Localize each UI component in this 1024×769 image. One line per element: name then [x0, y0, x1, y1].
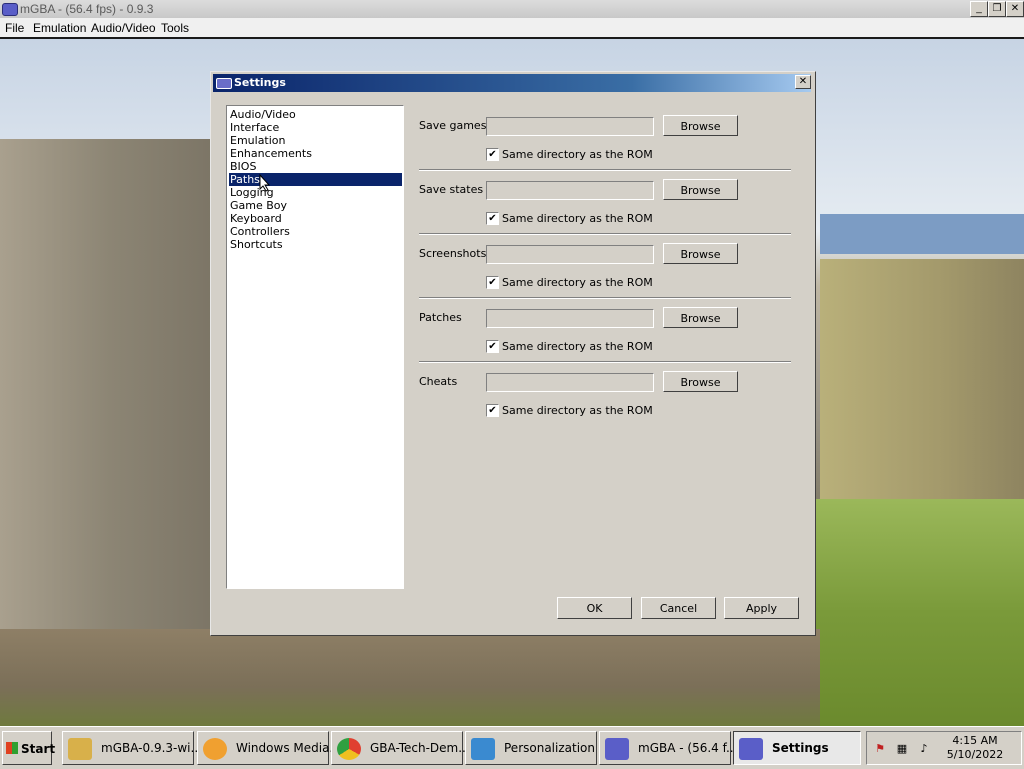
task-mgba[interactable]: mGBA - (56.4 f... — [599, 731, 737, 765]
dialog-titlebar: Settings — [213, 74, 811, 92]
task-folder[interactable]: mGBA-0.9.3-wi... — [62, 731, 202, 765]
separator — [419, 169, 791, 171]
task-label: Settings — [772, 741, 829, 755]
game-wall-right — [820, 259, 1024, 519]
save-states-same-dir-label: Same directory as the ROM — [502, 212, 653, 225]
patches-same-dir-checkbox[interactable]: ✔ — [486, 340, 499, 353]
patches-path-input[interactable] — [486, 309, 654, 328]
task-label: Personalization — [504, 741, 595, 755]
category-interface[interactable]: Interface — [229, 121, 402, 134]
task-label: Windows Media... — [236, 741, 341, 755]
patches-browse-button[interactable]: Browse — [663, 307, 738, 328]
game-sky — [820, 214, 1024, 254]
category-logging[interactable]: Logging — [229, 186, 402, 199]
start-label: Start — [21, 742, 56, 756]
category-game-boy[interactable]: Game Boy — [229, 199, 402, 212]
restore-button[interactable]: ❐ — [988, 1, 1006, 17]
category-bios[interactable]: BIOS — [229, 160, 402, 173]
task-windows-media[interactable]: Windows Media... — [197, 731, 341, 765]
settings-dialog: Settings ✕ Audio/Video Interface Emulati… — [210, 71, 816, 636]
start-button[interactable]: Start — [2, 731, 56, 765]
mgba-icon — [605, 738, 629, 760]
save-states-browse-button[interactable]: Browse — [663, 179, 738, 200]
game-floor — [0, 629, 820, 726]
separator — [419, 297, 791, 299]
task-label: mGBA - (56.4 f... — [638, 741, 738, 755]
menu-emulation[interactable]: Emulation — [33, 21, 86, 35]
category-enhancements[interactable]: Enhancements — [229, 147, 402, 160]
task-label: mGBA-0.9.3-wi... — [101, 741, 202, 755]
app-titlebar: mGBA - (56.4 fps) - 0.9.3 _ ❐ ✕ — [0, 0, 1024, 19]
category-list[interactable]: Audio/Video Interface Emulation Enhancem… — [226, 105, 404, 589]
save-states-same-dir-checkbox[interactable]: ✔ — [486, 212, 499, 225]
screenshots-path-input[interactable] — [486, 245, 654, 264]
dialog-title: Settings — [234, 76, 286, 89]
task-label: GBA-Tech-Dem... — [370, 741, 470, 755]
menu-audio-video[interactable]: Audio/Video — [91, 21, 156, 35]
task-personalization[interactable]: Personalization — [465, 731, 597, 765]
save-games-same-dir-checkbox[interactable]: ✔ — [486, 148, 499, 161]
action-center-icon[interactable]: ⚑ — [873, 742, 887, 756]
mgba-icon — [216, 78, 232, 89]
clock-time: 4:15 AM — [952, 734, 998, 747]
game-grass — [815, 499, 1024, 726]
category-emulation[interactable]: Emulation — [229, 134, 402, 147]
task-chrome[interactable]: GBA-Tech-Dem... — [331, 731, 470, 765]
mgba-icon — [2, 3, 18, 16]
category-audio-video[interactable]: Audio/Video — [229, 108, 402, 121]
mouse-cursor-icon — [259, 174, 271, 192]
save-games-label: Save games — [419, 119, 487, 132]
system-tray: ⚑ ▦ ♪ 4:15 AM 5/10/2022 — [866, 731, 1022, 765]
category-controllers[interactable]: Controllers — [229, 225, 402, 238]
chrome-icon — [337, 738, 361, 760]
category-paths[interactable]: Paths — [229, 173, 402, 186]
cheats-path-input[interactable] — [486, 373, 654, 392]
network-icon[interactable]: ▦ — [895, 742, 909, 756]
minimize-button[interactable]: _ — [970, 1, 988, 17]
app-title: mGBA - (56.4 fps) - 0.9.3 — [20, 2, 154, 16]
save-states-path-input[interactable] — [486, 181, 654, 200]
mgba-icon — [739, 738, 763, 760]
menu-bar: File Emulation Audio/Video Tools — [0, 18, 1024, 39]
screenshots-same-dir-checkbox[interactable]: ✔ — [486, 276, 499, 289]
save-games-browse-button[interactable]: Browse — [663, 115, 738, 136]
task-settings[interactable]: Settings — [733, 731, 861, 765]
clock[interactable]: 4:15 AM 5/10/2022 — [945, 734, 1005, 762]
separator — [419, 361, 791, 363]
menu-file[interactable]: File — [5, 21, 24, 35]
screenshots-label: Screenshots — [419, 247, 487, 260]
save-games-same-dir-label: Same directory as the ROM — [502, 148, 653, 161]
taskbar: Start mGBA-0.9.3-wi... Windows Media... … — [0, 726, 1024, 769]
category-keyboard[interactable]: Keyboard — [229, 212, 402, 225]
patches-same-dir-label: Same directory as the ROM — [502, 340, 653, 353]
screenshots-same-dir-label: Same directory as the ROM — [502, 276, 653, 289]
windows-flag-icon — [6, 742, 18, 754]
dialog-close-button[interactable]: ✕ — [795, 75, 811, 89]
save-games-path-input[interactable] — [486, 117, 654, 136]
menu-tools[interactable]: Tools — [161, 21, 189, 35]
apply-button[interactable]: Apply — [724, 597, 799, 619]
cheats-label: Cheats — [419, 375, 458, 388]
separator — [419, 233, 791, 235]
clock-date: 5/10/2022 — [946, 748, 1004, 761]
volume-icon[interactable]: ♪ — [917, 742, 931, 756]
display-icon — [471, 738, 495, 760]
ok-button[interactable]: OK — [557, 597, 632, 619]
patches-label: Patches — [419, 311, 462, 324]
save-states-label: Save states — [419, 183, 484, 196]
cheats-same-dir-label: Same directory as the ROM — [502, 404, 653, 417]
category-shortcuts[interactable]: Shortcuts — [229, 238, 402, 251]
screenshots-browse-button[interactable]: Browse — [663, 243, 738, 264]
cancel-button[interactable]: Cancel — [641, 597, 716, 619]
close-button[interactable]: ✕ — [1006, 1, 1024, 17]
cheats-same-dir-checkbox[interactable]: ✔ — [486, 404, 499, 417]
cheats-browse-button[interactable]: Browse — [663, 371, 738, 392]
media-player-icon — [203, 738, 227, 760]
game-wall-left — [0, 139, 220, 699]
folder-icon — [68, 738, 92, 760]
